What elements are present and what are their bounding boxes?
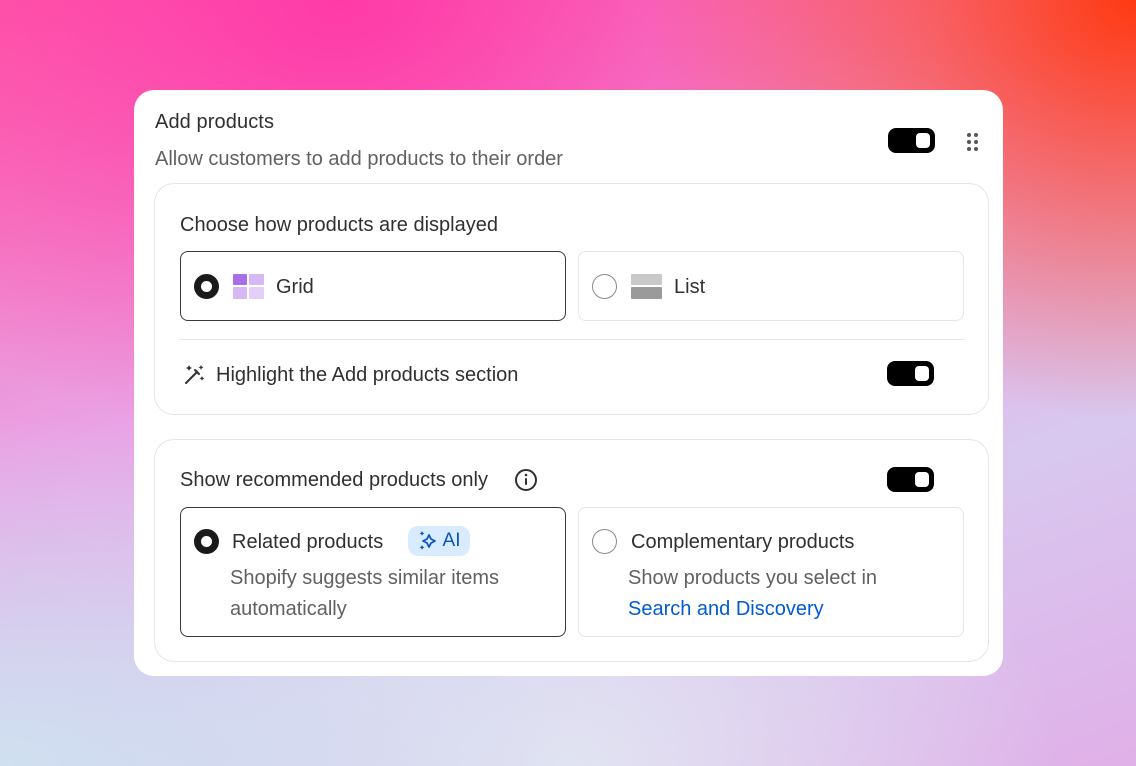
- related-radio[interactable]: [194, 529, 219, 554]
- related-products-description: Shopify suggests similar items automatic…: [230, 563, 499, 625]
- list-label: List: [674, 276, 706, 298]
- card-title: Add products: [155, 111, 275, 133]
- ai-badge-label: AI: [442, 530, 461, 551]
- display-section: Choose how products are displayed Grid L…: [154, 183, 989, 415]
- section-divider: [180, 339, 964, 340]
- display-section-label: Choose how products are displayed: [180, 214, 498, 236]
- drag-handle-icon[interactable]: [966, 132, 980, 152]
- highlight-toggle[interactable]: [887, 361, 934, 386]
- list-option[interactable]: List: [578, 251, 964, 321]
- grid-option[interactable]: Grid: [180, 251, 566, 321]
- add-products-card: Add products Allow customers to add prod…: [134, 90, 1003, 676]
- card-subtitle: Allow customers to add products to their…: [155, 148, 563, 170]
- grid-label: Grid: [276, 276, 314, 298]
- list-icon: [631, 274, 662, 299]
- complementary-radio[interactable]: [592, 529, 617, 554]
- complementary-products-title: Complementary products: [631, 531, 855, 553]
- add-products-toggle[interactable]: [888, 128, 935, 153]
- related-products-option[interactable]: Related products AI Shopify suggests sim…: [180, 507, 566, 637]
- related-desc-line2: automatically: [230, 598, 347, 620]
- related-products-title: Related products: [232, 531, 384, 553]
- magic-wand-icon: [185, 365, 205, 384]
- list-radio[interactable]: [592, 274, 617, 299]
- complementary-products-description: Show products you select in Search and D…: [628, 563, 877, 625]
- sparkle-icon: [419, 531, 436, 550]
- recommended-section: Show recommended products only Related p…: [154, 439, 989, 662]
- search-and-discovery-link[interactable]: Search and Discovery: [628, 594, 877, 625]
- complementary-desc-line1: Show products you select in: [628, 567, 878, 589]
- info-icon[interactable]: [514, 468, 538, 492]
- related-desc-line1: Shopify suggests similar items: [230, 567, 499, 589]
- grid-radio[interactable]: [194, 274, 219, 299]
- ai-badge: AI: [408, 526, 470, 556]
- complementary-products-option[interactable]: Complementary products Show products you…: [578, 507, 964, 637]
- recommended-section-label: Show recommended products only: [180, 469, 488, 491]
- highlight-label: Highlight the Add products section: [216, 364, 519, 386]
- grid-icon: [233, 274, 264, 299]
- recommended-toggle[interactable]: [887, 467, 934, 492]
